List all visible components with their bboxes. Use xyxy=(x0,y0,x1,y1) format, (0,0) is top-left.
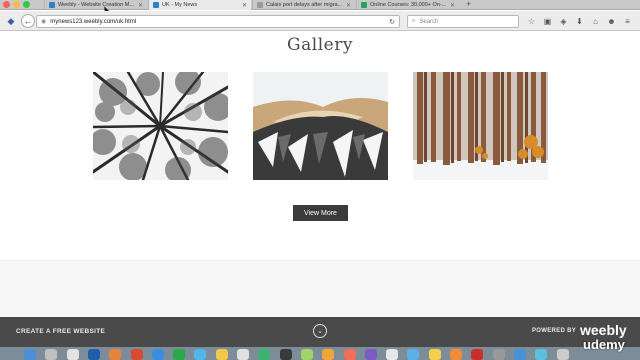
tab-strip: Weebly - Website Creation M... ✕ UK - My… xyxy=(0,0,640,10)
dock-app-icon[interactable] xyxy=(343,349,356,360)
page-title: Gallery xyxy=(287,35,353,55)
macos-dock xyxy=(0,347,640,360)
hello-icon[interactable]: ☻ xyxy=(605,15,618,28)
dock-app-icon[interactable] xyxy=(258,349,271,360)
dock-app-icon[interactable] xyxy=(45,349,58,360)
url-text: mynews123.weebly.com/uk.html xyxy=(50,18,137,25)
tab-label: Online Courses: 30,000+ On-... xyxy=(370,2,447,8)
close-tab-icon[interactable]: ✕ xyxy=(447,2,455,9)
site-info-icon[interactable]: ◉ xyxy=(41,18,46,25)
dock-app-icon[interactable] xyxy=(237,349,249,360)
dock-app-icon[interactable] xyxy=(151,349,164,360)
new-tab-button[interactable]: + xyxy=(466,0,471,9)
page-content: Gallery View More xyxy=(0,32,640,317)
powered-by-label: POWERED BY xyxy=(532,328,577,334)
dock-app-icon[interactable] xyxy=(407,349,420,360)
close-tab-icon[interactable]: ✕ xyxy=(239,2,247,9)
udemy-favicon-icon xyxy=(361,2,367,8)
tab-calais-port[interactable]: Calais port delays after migra... ✕ xyxy=(252,0,355,10)
dock-app-icon[interactable] xyxy=(535,349,548,360)
dock-app-icon[interactable] xyxy=(300,349,313,360)
dock-app-icon[interactable] xyxy=(513,349,526,360)
udemy-watermark: udemy xyxy=(583,337,625,352)
dock-app-icon[interactable] xyxy=(556,349,569,360)
weebly-favicon-icon xyxy=(153,2,159,8)
ice-cave-photo[interactable] xyxy=(253,72,388,180)
dock-app-icon[interactable] xyxy=(364,349,377,360)
dock-app-icon[interactable] xyxy=(173,349,186,360)
dock-app-icon[interactable] xyxy=(322,349,335,360)
bookmark-star-icon[interactable]: ☆ xyxy=(525,15,538,28)
reading-list-icon[interactable]: ▣ xyxy=(541,15,554,28)
reload-icon[interactable]: ↻ xyxy=(389,18,395,26)
minimize-window-button[interactable] xyxy=(13,1,20,8)
tab-label: Weebly - Website Creation M... xyxy=(58,2,134,8)
close-tab-icon[interactable]: ✕ xyxy=(135,2,143,9)
dock-app-icon[interactable] xyxy=(215,349,228,360)
tab-label: Calais port delays after migra... xyxy=(266,2,343,8)
home-icon[interactable]: ⌂ xyxy=(589,15,602,28)
navigation-bar: ◆ ← ◉ mynews123.weebly.com/uk.html ↻ ⌕ S… xyxy=(0,11,640,31)
tab-weebly[interactable]: Weebly - Website Creation M... ✕ xyxy=(44,0,147,10)
tab-label: UK - My News xyxy=(162,2,198,8)
page-favicon-icon xyxy=(257,2,263,8)
page-footer-band xyxy=(0,260,640,317)
firefox-menu-icon[interactable]: ◆ xyxy=(4,14,18,28)
dock-app-icon[interactable] xyxy=(109,349,122,360)
search-placeholder: Search xyxy=(419,18,439,25)
view-more-button[interactable]: View More xyxy=(293,205,348,221)
dock-app-icon[interactable] xyxy=(492,349,505,360)
dock-app-icon[interactable] xyxy=(386,349,399,360)
zoom-window-button[interactable] xyxy=(23,1,30,8)
weebly-logo[interactable]: weebly xyxy=(580,322,627,338)
weebly-footer-bar: CREATE A FREE WEBSITE ⌄ POWERED BY weebl… xyxy=(0,317,640,347)
dock-app-icon[interactable] xyxy=(279,349,292,360)
create-free-website-link[interactable]: CREATE A FREE WEBSITE xyxy=(16,328,105,335)
menu-icon[interactable]: ≡ xyxy=(621,15,634,28)
dock-app-icon[interactable] xyxy=(66,349,79,360)
forest-canopy-photo[interactable] xyxy=(93,72,228,180)
chevron-down-icon[interactable]: ⌄ xyxy=(313,324,327,338)
toolbar-icons: ☆ ▣ ◈ ⬇ ⌂ ☻ ≡ xyxy=(525,15,634,28)
dock-app-icon[interactable] xyxy=(428,349,441,360)
dock-app-icon[interactable] xyxy=(130,349,143,360)
dock-app-icon[interactable] xyxy=(194,349,207,360)
downloads-icon[interactable]: ⬇ xyxy=(573,15,586,28)
address-bar[interactable]: ◉ mynews123.weebly.com/uk.html ↻ xyxy=(36,15,400,28)
search-input[interactable]: ⌕ Search xyxy=(407,15,519,28)
dock-app-icon[interactable] xyxy=(24,349,36,360)
tab-online-courses[interactable]: Online Courses: 30,000+ On-... ✕ xyxy=(356,0,459,10)
close-tab-icon[interactable]: ✕ xyxy=(343,2,351,9)
tab-uk-my-news[interactable]: UK - My News ✕ xyxy=(148,0,251,10)
weebly-favicon-icon xyxy=(49,2,55,8)
close-window-button[interactable] xyxy=(3,1,10,8)
back-button[interactable]: ← xyxy=(21,14,35,28)
dock-app-icon[interactable] xyxy=(471,349,484,360)
pocket-icon[interactable]: ◈ xyxy=(557,15,570,28)
winter-forest-photo[interactable] xyxy=(413,72,548,180)
dock-app-icon[interactable] xyxy=(450,349,462,360)
search-icon: ⌕ xyxy=(412,18,416,24)
dock-app-icon[interactable] xyxy=(87,349,100,360)
